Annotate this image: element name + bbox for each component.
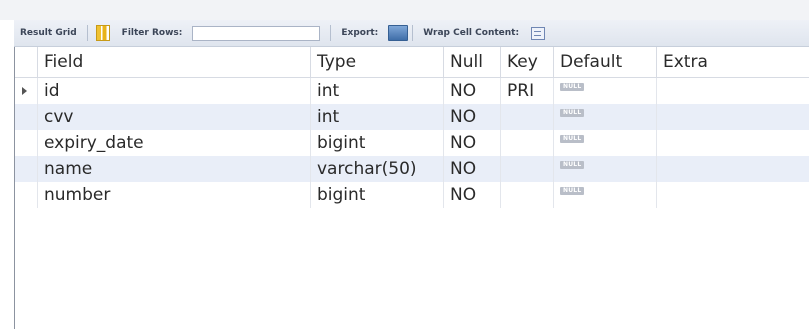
cell-null[interactable]: NO	[443, 130, 501, 156]
cell-field[interactable]: id	[37, 77, 311, 104]
cell-extra[interactable]	[657, 130, 809, 156]
cell-key[interactable]	[500, 182, 554, 208]
table-row[interactable]: cvv int NO NULL	[15, 104, 809, 130]
cell-type[interactable]: int	[310, 104, 444, 130]
cell-default[interactable]: NULL	[553, 77, 657, 104]
wrap-cell-content-icon[interactable]	[531, 26, 546, 40]
current-row-arrow-icon	[22, 87, 27, 95]
toolbar-separator	[412, 25, 414, 41]
null-badge: NULL	[560, 109, 585, 117]
null-badge: NULL	[560, 187, 585, 195]
row-selector[interactable]	[15, 156, 38, 182]
table-row[interactable]: expiry_date bigint NO NULL	[15, 130, 809, 156]
cell-default[interactable]: NULL	[553, 182, 657, 208]
column-header-field[interactable]: Field	[37, 47, 311, 78]
export-icon[interactable]	[388, 25, 409, 41]
table-row[interactable]: id int NO PRI NULL	[15, 77, 809, 105]
cell-null[interactable]: NO	[443, 182, 501, 208]
columns-icon[interactable]	[95, 25, 110, 41]
row-selector[interactable]	[15, 77, 38, 104]
row-selector[interactable]	[15, 130, 38, 156]
filter-rows-input[interactable]	[192, 25, 321, 41]
column-header-extra[interactable]: Extra	[656, 47, 809, 78]
cell-field[interactable]: name	[37, 156, 311, 182]
result-grid-table: Field Type Null Key Default Extra id int…	[15, 47, 809, 208]
column-header-type[interactable]: Type	[310, 47, 444, 78]
header-row: Field Type Null Key Default Extra	[15, 47, 809, 78]
result-grid-toolbar: Result Grid Filter Rows: Export: Wrap Ce…	[14, 20, 809, 47]
row-selector[interactable]	[15, 104, 38, 130]
cell-key[interactable]	[500, 104, 554, 130]
cell-null[interactable]: NO	[443, 104, 501, 130]
cell-field[interactable]: number	[37, 182, 311, 208]
export-label: Export:	[341, 28, 379, 38]
cell-type[interactable]: varchar(50)	[310, 156, 444, 182]
top-strip	[0, 0, 809, 20]
toolbar-separator	[330, 25, 332, 41]
cell-type[interactable]: bigint	[310, 182, 444, 208]
cell-null[interactable]: NO	[443, 77, 501, 104]
cell-extra[interactable]	[657, 182, 809, 208]
cell-type[interactable]: bigint	[310, 130, 444, 156]
table-row[interactable]: number bigint NO NULL	[15, 182, 809, 208]
result-grid-panel: Result Grid Filter Rows: Export: Wrap Ce…	[0, 0, 809, 329]
cell-type[interactable]: int	[310, 77, 444, 104]
toolbar-separator	[86, 25, 88, 41]
cell-field[interactable]: expiry_date	[37, 130, 311, 156]
cell-field[interactable]: cvv	[37, 104, 311, 130]
cell-extra[interactable]	[656, 156, 809, 182]
column-header-key[interactable]: Key	[500, 47, 554, 78]
row-selector[interactable]	[15, 182, 38, 208]
cell-key[interactable]: PRI	[500, 77, 554, 104]
cell-default[interactable]: NULL	[553, 156, 657, 182]
result-grid-tab[interactable]: Result Grid	[14, 28, 83, 38]
cell-extra[interactable]	[656, 104, 809, 130]
null-badge: NULL	[560, 83, 585, 91]
wrap-cell-content-label: Wrap Cell Content:	[423, 28, 520, 38]
filter-rows-label: Filter Rows:	[121, 28, 183, 38]
cell-null[interactable]: NO	[443, 156, 501, 182]
cell-default[interactable]: NULL	[553, 104, 657, 130]
cell-key[interactable]	[500, 156, 554, 182]
table-row[interactable]: name varchar(50) NO NULL	[15, 156, 809, 182]
cell-default[interactable]: NULL	[553, 130, 657, 156]
column-header-default[interactable]: Default	[553, 47, 657, 78]
null-badge: NULL	[560, 161, 585, 169]
cell-extra[interactable]	[657, 78, 809, 105]
row-selector-header[interactable]	[15, 47, 38, 78]
column-header-null[interactable]: Null	[443, 47, 501, 78]
null-badge: NULL	[560, 135, 585, 143]
cell-key[interactable]	[500, 130, 554, 156]
